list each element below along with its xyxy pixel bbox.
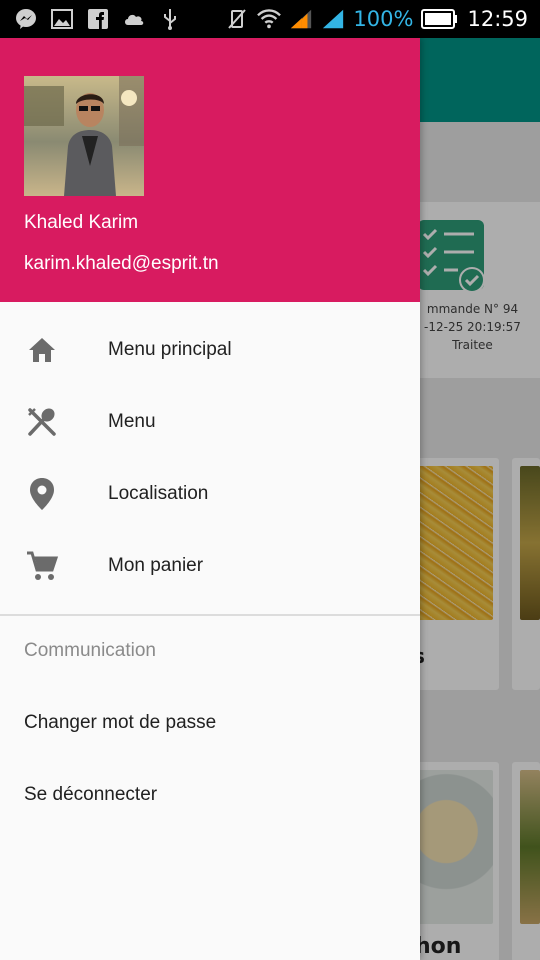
signal2-icon	[321, 7, 345, 31]
signal-icon	[289, 7, 313, 31]
clock: 12:59	[467, 7, 528, 31]
user-email: karim.khaled@esprit.tn	[24, 253, 219, 274]
image-icon	[50, 7, 74, 31]
drawer-divider	[0, 614, 420, 616]
nav-item-changer-mot-de-passe[interactable]: Changer mot de passe	[0, 688, 420, 760]
mute-icon	[225, 7, 249, 31]
nav-item-localisation[interactable]: Localisation	[0, 458, 420, 530]
user-name: Khaled Karim	[24, 212, 139, 233]
utensils-icon	[24, 404, 60, 440]
usb-icon	[158, 7, 182, 31]
nav-item-menu-principal[interactable]: Menu principal	[0, 314, 420, 386]
status-bar: 100% 12:59	[0, 0, 540, 38]
battery-percent: 100%	[353, 7, 414, 31]
nav-item-label: Menu	[108, 411, 156, 432]
nav-item-label: Mon panier	[108, 555, 204, 576]
weather-icon	[122, 7, 146, 31]
nav-item-se-deconnecter[interactable]: Se déconnecter	[0, 760, 420, 832]
battery-icon	[421, 7, 459, 31]
navigation-drawer: Khaled Karim karim.khaled@esprit.tn Menu…	[0, 38, 420, 960]
nav-item-menu[interactable]: Menu	[0, 386, 420, 458]
facebook-icon	[86, 7, 110, 31]
nav-item-label: Changer mot de passe	[24, 712, 217, 733]
home-icon	[24, 332, 60, 368]
avatar[interactable]	[24, 76, 144, 196]
drawer-header: Khaled Karim karim.khaled@esprit.tn	[0, 38, 420, 302]
messenger-icon	[14, 7, 38, 31]
nav-item-label: Menu principal	[108, 339, 232, 360]
nav-item-label: Localisation	[108, 483, 209, 504]
nav-item-mon-panier[interactable]: Mon panier	[0, 530, 420, 602]
cart-icon	[24, 548, 60, 584]
section-header-communication: Communication	[24, 640, 156, 661]
location-pin-icon	[24, 476, 60, 512]
wifi-icon	[257, 7, 282, 31]
nav-item-label: Se déconnecter	[24, 784, 158, 805]
